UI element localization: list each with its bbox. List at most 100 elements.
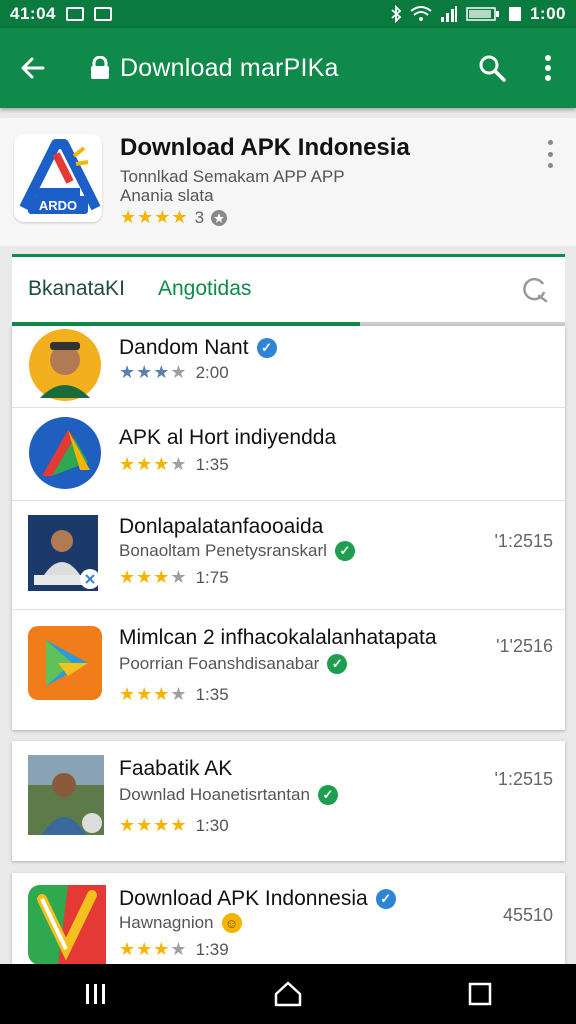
app-subtitle-line1: Tonnlkad Semakam APP APP [120,167,345,186]
home-icon [274,981,302,1007]
star-icon: ★ [136,362,154,382]
emoji-icon: ☺ [221,913,242,933]
rating-value: 1:35 [195,454,229,474]
rating-value: 1:39 [195,939,229,959]
star-icon: ★ [119,815,137,835]
rating-value: 1:75 [195,567,229,587]
star-icon: ★ [170,815,188,835]
app-title: APK al Hort indiyendda [119,426,337,449]
apk-logo-icon: ARDO [14,134,102,222]
overview-button[interactable] [440,964,520,1024]
rating-stars: ★★★★ [119,939,188,960]
rating-value: 1:30 [195,815,229,835]
star-icon: ★ [136,567,154,587]
app-bar-title: Download marPIKa [120,53,339,82]
list-item[interactable]: APK al Hort indiyendda ★★★★ 1:35 [12,408,565,501]
tab-first[interactable]: BkanataKI [28,277,125,301]
app-rating: ★★★★ 1:39 [119,939,229,960]
star-icon: ★ [137,207,155,227]
svg-text:ARDO: ARDO [39,198,77,213]
star-icon: ★ [153,939,171,959]
person-avatar-icon [29,329,101,401]
star-icon: ★ [119,567,137,587]
app-meta: 45510 [502,905,553,925]
star-icon: ★ [170,567,188,587]
lock-icon [91,56,109,79]
list-item[interactable]: Donlapalatanfaooaida Bonaoltam Penetysra… [12,501,565,610]
star-icon: ★ [153,362,171,382]
status-time-left: 41:04 [10,4,56,23]
recents-icon [86,984,105,1004]
list-item[interactable]: Faabatik AK Downlad Hoanetisrtantan ✓ ★★… [12,741,565,861]
app-title: Faabatik AK [119,757,233,780]
star-icon: ★ [153,815,171,835]
app-rating: ★★★★ 2:00 [119,362,229,383]
tab-second[interactable]: Angotidas [158,277,251,301]
star-icon: ★ [136,939,154,959]
search-button[interactable] [464,28,520,108]
star-icon: ★ [170,684,188,704]
download-apk-logo-icon [28,885,106,964]
app-subtitle-text: Poorrian Foanshdisanabar [119,654,320,673]
app-icon [28,515,102,591]
rating-stars: ★★★★ [119,454,188,475]
app-header-card: ARDO Download APK Indonesia Tonnlkad Sem… [0,118,576,246]
app-subtitle-text: Downlad Hoanetisrtantan [119,785,310,804]
app-list-card: Faabatik AK Downlad Hoanetisrtantan ✓ ★★… [12,741,565,861]
star-icon: ★ [154,207,172,227]
rating-stars: ★★★★ [119,815,188,836]
app-title-text: Download APK Indonnesia [119,887,368,910]
star-icon: ★ [136,684,154,704]
header-more-button[interactable] [538,140,562,168]
verified-icon: ✓ [256,338,277,358]
list-item[interactable]: Mimlcan 2 infhacokalalanhatapata Poorria… [12,610,565,730]
star-icon: ★ [136,454,154,474]
home-button[interactable] [248,964,328,1024]
back-button[interactable] [0,28,64,108]
rating-count: 3 [194,207,205,227]
app-list-card: Download APK Indonnesia ✓ Hawnagnion ☺ ★… [12,873,565,964]
app-logo[interactable]: ARDO [14,134,102,222]
recents-button[interactable] [56,964,136,1024]
app-icon [28,626,102,700]
app-meta: '1:2515 [494,531,554,551]
person-photo-icon [28,515,100,591]
arrow-left-icon [21,57,45,79]
app-rating: ★★★★ 1:35 [119,684,229,705]
more-options-button[interactable] [520,28,576,108]
app-icon [28,416,102,490]
star-icon: ★ [171,207,189,227]
star-icon: ★ [119,362,137,382]
tabs-bar: BkanataKI Angotidas [12,254,565,326]
more-vert-icon [545,55,551,81]
verified-icon: ✓ [317,785,338,805]
verified-icon: ✓ [327,654,348,674]
play-triangle-icon [28,626,102,700]
app-icon [28,885,106,964]
list-item[interactable]: Dandom Nant ✓ ★★★★ 2:00 [12,326,565,408]
app-title: Download APK Indonnesia ✓ [119,887,396,911]
app-subtitle: Downlad Hoanetisrtantan ✓ [119,785,338,805]
refresh-button[interactable] [519,274,549,304]
list-item[interactable]: Download APK Indonnesia ✓ Hawnagnion ☺ ★… [12,873,565,964]
app-rating: ★★★★ 1:75 [119,567,229,588]
app-rating: ★★★★ 3 [120,207,228,228]
signal-icon [440,6,457,22]
rating-stars: ★★★★ [119,362,188,383]
star-icon: ★ [153,684,171,704]
app-list-card: Dandom Nant ✓ ★★★★ 2:00 APK al Hort indi… [12,326,565,730]
star-icon: ★ [153,567,171,587]
avatar [28,328,102,402]
dot-icon [547,140,553,145]
rating-value: 2:00 [195,362,229,382]
app-title: Dandom Nant ✓ [119,336,277,360]
app-subtitle: Bonaoltam Penetysranskarl ✓ [119,541,355,561]
star-icon: ★ [119,684,137,704]
status-time-right: 1:00 [529,4,566,23]
person-photo-icon [28,755,104,835]
star-icon: ★ [119,454,137,474]
app-rating: ★★★★ 1:30 [119,815,229,836]
star-icon: ★ [120,207,138,227]
message-icon [65,7,84,21]
app-meta: '1'2516 [496,636,553,656]
